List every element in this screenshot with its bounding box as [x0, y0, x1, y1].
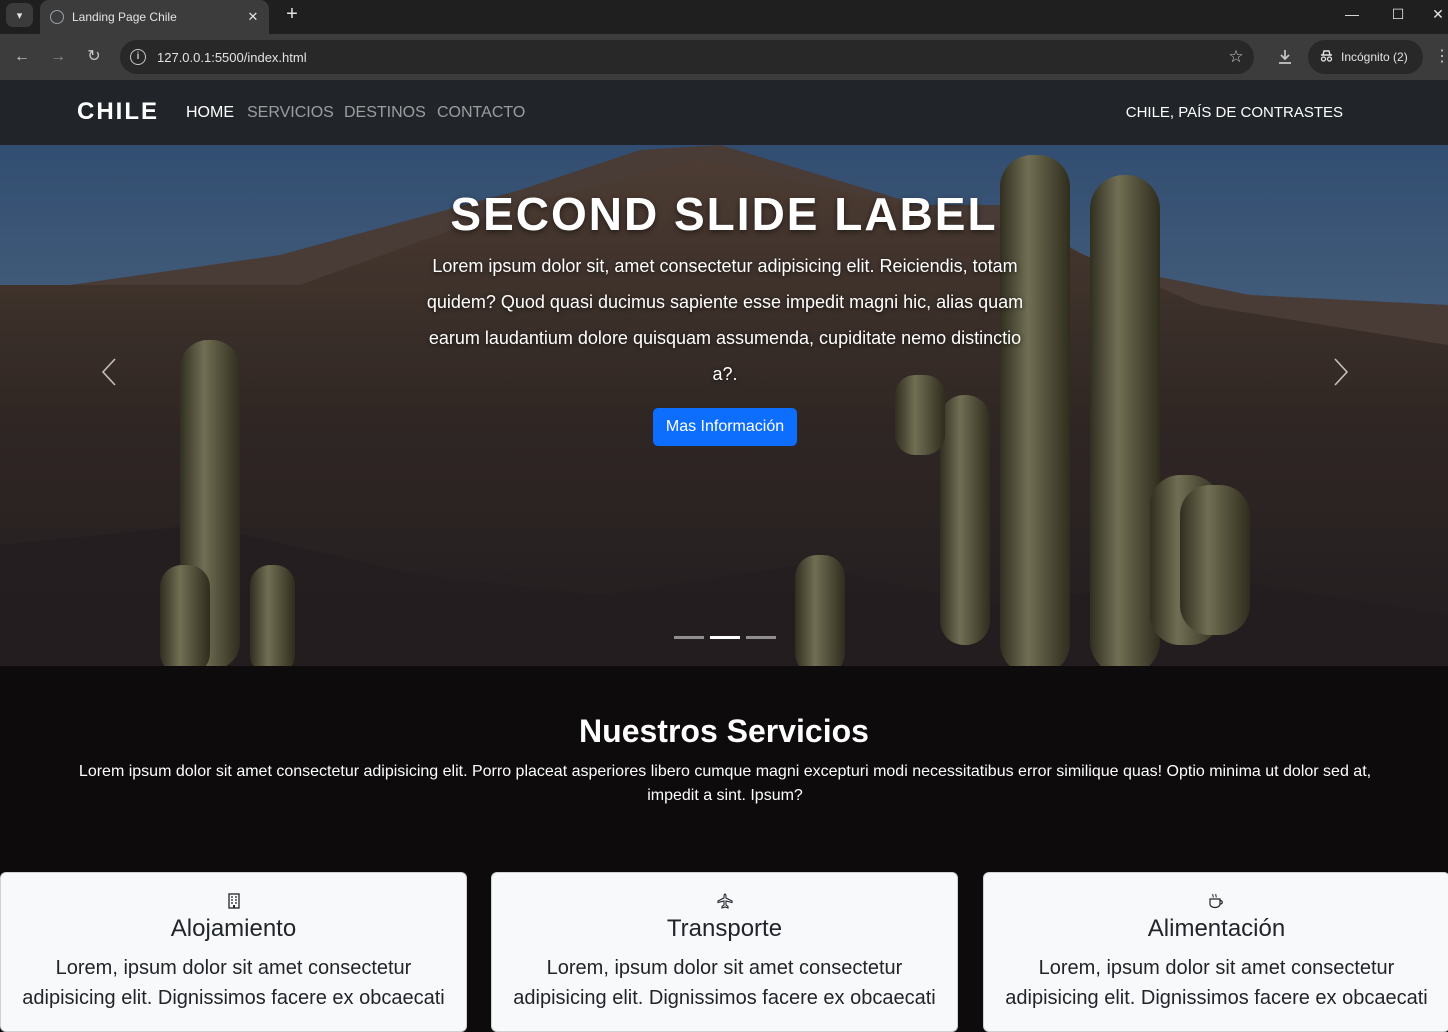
- brand-logo[interactable]: CHILE: [77, 98, 159, 126]
- carousel-indicators: [674, 636, 776, 639]
- chevron-right-icon: [1334, 358, 1349, 386]
- building-icon: [227, 893, 240, 909]
- more-info-button[interactable]: Mas Información: [653, 408, 797, 446]
- bookmark-star-icon[interactable]: ☆: [1218, 47, 1254, 67]
- nav-tagline: CHILE, PAÍS DE CONTRASTES: [1125, 104, 1343, 121]
- airplane-icon: [716, 893, 733, 909]
- reload-icon: ↻: [87, 48, 101, 65]
- tab-title: Landing Page Chile: [72, 10, 177, 24]
- download-icon: [1279, 50, 1291, 64]
- hero-text: Lorem ipsum dolor sit, amet consectetur …: [426, 256, 1024, 384]
- close-icon[interactable]: ✕: [245, 9, 261, 25]
- more-vertical-icon: ⋮: [1434, 48, 1448, 65]
- service-card-alojamiento: Alojamiento Lorem, ipsum dolor sit amet …: [0, 872, 467, 1032]
- card-text: Lorem, ipsum dolor sit amet consectetur …: [513, 957, 936, 1009]
- nav-link-servicios[interactable]: SERVICIOS: [247, 104, 334, 122]
- incognito-indicator[interactable]: Incógnito (2): [1308, 40, 1423, 74]
- close-icon: ✕: [1432, 6, 1444, 22]
- plus-icon: +: [286, 3, 298, 25]
- info-icon[interactable]: i: [130, 49, 146, 65]
- service-card-alimentacion: Alimentación Lorem, ipsum dolor sit amet…: [983, 872, 1448, 1032]
- nav-link-destinos[interactable]: DESTINOS: [344, 104, 426, 122]
- carousel-indicator-3[interactable]: [746, 636, 776, 639]
- site-navbar: CHILE HOME SERVICIOS DESTINOS CONTACTO C…: [0, 80, 1448, 145]
- browser-menu-button[interactable]: ⋮: [1434, 46, 1448, 68]
- nav-link-contacto[interactable]: CONTACTO: [437, 104, 525, 122]
- card-title: Alimentación: [1147, 915, 1286, 942]
- carousel-indicator-1[interactable]: [674, 636, 704, 639]
- services-title: Nuestros Servicios: [579, 713, 869, 749]
- incognito-icon: [1319, 49, 1334, 66]
- nav-link-home[interactable]: HOME: [186, 104, 234, 122]
- hero-carousel: SECOND SLIDE LABEL Lorem ipsum dolor sit…: [0, 145, 1448, 666]
- minimize-button[interactable]: —: [1337, 3, 1367, 25]
- incognito-label: Incógnito (2): [1341, 50, 1408, 64]
- globe-icon: [50, 10, 64, 24]
- card-text: Lorem, ipsum dolor sit amet consectetur …: [1005, 957, 1428, 1009]
- chevron-down-icon: ▾: [16, 9, 23, 22]
- arrow-right-icon: →: [50, 48, 66, 65]
- carousel-next-button[interactable]: [1325, 357, 1355, 387]
- browser-tabstrip: ▾ Landing Page Chile ✕ + — ☐ ✕: [0, 0, 1448, 34]
- download-button[interactable]: [1274, 46, 1296, 68]
- carousel-indicator-2[interactable]: [710, 636, 740, 639]
- card-text: Lorem, ipsum dolor sit amet consectetur …: [22, 957, 445, 1009]
- card-title: Alojamiento: [170, 915, 297, 942]
- address-bar[interactable]: i 127.0.0.1:5500/index.html ☆: [120, 40, 1254, 74]
- browser-tab[interactable]: Landing Page Chile ✕: [40, 0, 269, 34]
- close-window-button[interactable]: ✕: [1423, 3, 1448, 25]
- minimize-icon: —: [1345, 6, 1359, 22]
- arrow-left-icon: ←: [14, 48, 30, 65]
- card-title: Transporte: [666, 915, 783, 942]
- url-text[interactable]: 127.0.0.1:5500/index.html: [157, 50, 1218, 65]
- forward-button[interactable]: →: [47, 46, 69, 68]
- cup-icon: [1209, 893, 1223, 909]
- browser-toolbar: ← → ↻ i 127.0.0.1:5500/index.html ☆ Incó…: [0, 34, 1448, 80]
- services-description: Lorem ipsum dolor sit amet consectetur a…: [78, 763, 1372, 804]
- service-card-transporte: Transporte Lorem, ipsum dolor sit amet c…: [491, 872, 958, 1032]
- reload-button[interactable]: ↻: [83, 46, 105, 68]
- hero-title: SECOND SLIDE LABEL: [450, 188, 998, 240]
- new-tab-button[interactable]: +: [281, 3, 303, 25]
- chevron-left-icon: [101, 358, 116, 386]
- maximize-button[interactable]: ☐: [1383, 3, 1413, 25]
- tab-search-button[interactable]: ▾: [6, 3, 33, 27]
- back-button[interactable]: ←: [11, 46, 33, 68]
- maximize-icon: ☐: [1391, 6, 1405, 22]
- carousel-prev-button[interactable]: [95, 357, 125, 387]
